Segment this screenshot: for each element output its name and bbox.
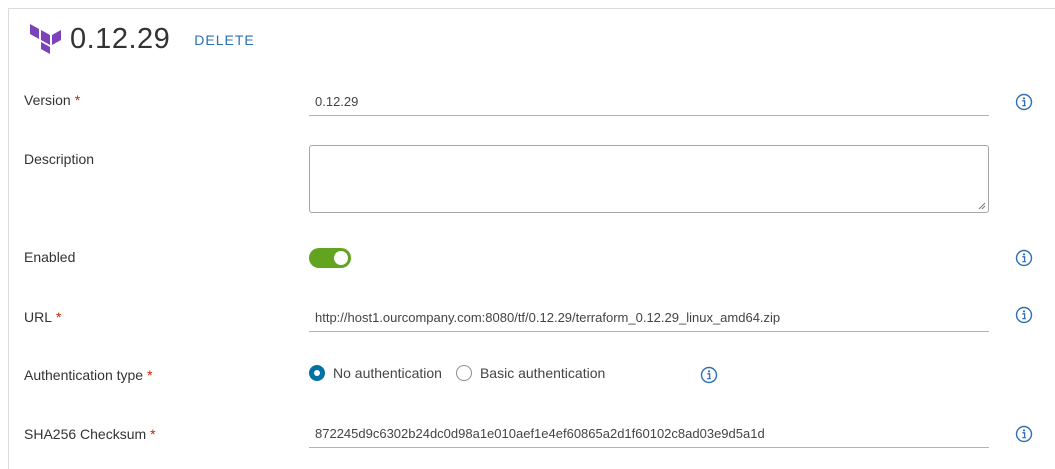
required-marker: * [56, 309, 62, 325]
version-label-text: Version [24, 92, 71, 108]
required-marker: * [74, 92, 81, 108]
terraform-logo-icon [30, 24, 61, 54]
version-label: Version * [24, 92, 80, 108]
radio-dot [314, 370, 320, 376]
radio-no-authentication[interactable] [309, 365, 325, 381]
auth-type-label: Authentication type * [24, 367, 153, 383]
delete-button[interactable]: DELETE [194, 32, 254, 48]
info-icon[interactable] [1015, 93, 1033, 111]
info-icon[interactable] [1015, 425, 1033, 443]
resize-grip-icon[interactable] [978, 202, 986, 210]
page-title: 0.12.29 [70, 22, 171, 55]
checksum-label: SHA256 Checksum * [24, 426, 156, 442]
info-icon[interactable] [700, 366, 718, 384]
auth-type-label-text: Authentication type [24, 367, 144, 383]
url-label-text: URL [24, 309, 53, 325]
info-icon[interactable] [1015, 249, 1033, 267]
enabled-label: Enabled [24, 249, 76, 265]
radio-label-basic-authentication[interactable]: Basic authentication [480, 365, 605, 381]
radio-basic-authentication[interactable] [455, 365, 472, 381]
version-input-underline [309, 115, 989, 116]
checksum-input[interactable]: 872245d9c6302b24dc0d98a1e010aef1e4ef6086… [315, 426, 765, 441]
required-marker: * [150, 426, 156, 442]
required-marker: * [147, 367, 153, 383]
version-input[interactable]: 0.12.29 [315, 94, 358, 109]
radio-label-no-authentication[interactable]: No authentication [333, 365, 442, 381]
enabled-toggle[interactable] [309, 248, 351, 268]
auth-type-radio-group: No authentication Basic authentication [309, 365, 619, 381]
description-label: Description [24, 151, 95, 167]
toggle-knob [334, 251, 348, 265]
form-panel [8, 8, 1055, 469]
url-input-underline [309, 331, 989, 332]
url-input[interactable]: http://host1.ourcompany.com:8080/tf/0.12… [315, 310, 780, 325]
checksum-label-text: SHA256 Checksum [24, 426, 147, 442]
header: 0.12.29 DELETE [30, 24, 255, 54]
description-textarea[interactable] [309, 145, 989, 213]
checksum-input-underline [309, 447, 989, 448]
url-label: URL * [24, 309, 61, 325]
info-icon[interactable] [1015, 306, 1033, 324]
